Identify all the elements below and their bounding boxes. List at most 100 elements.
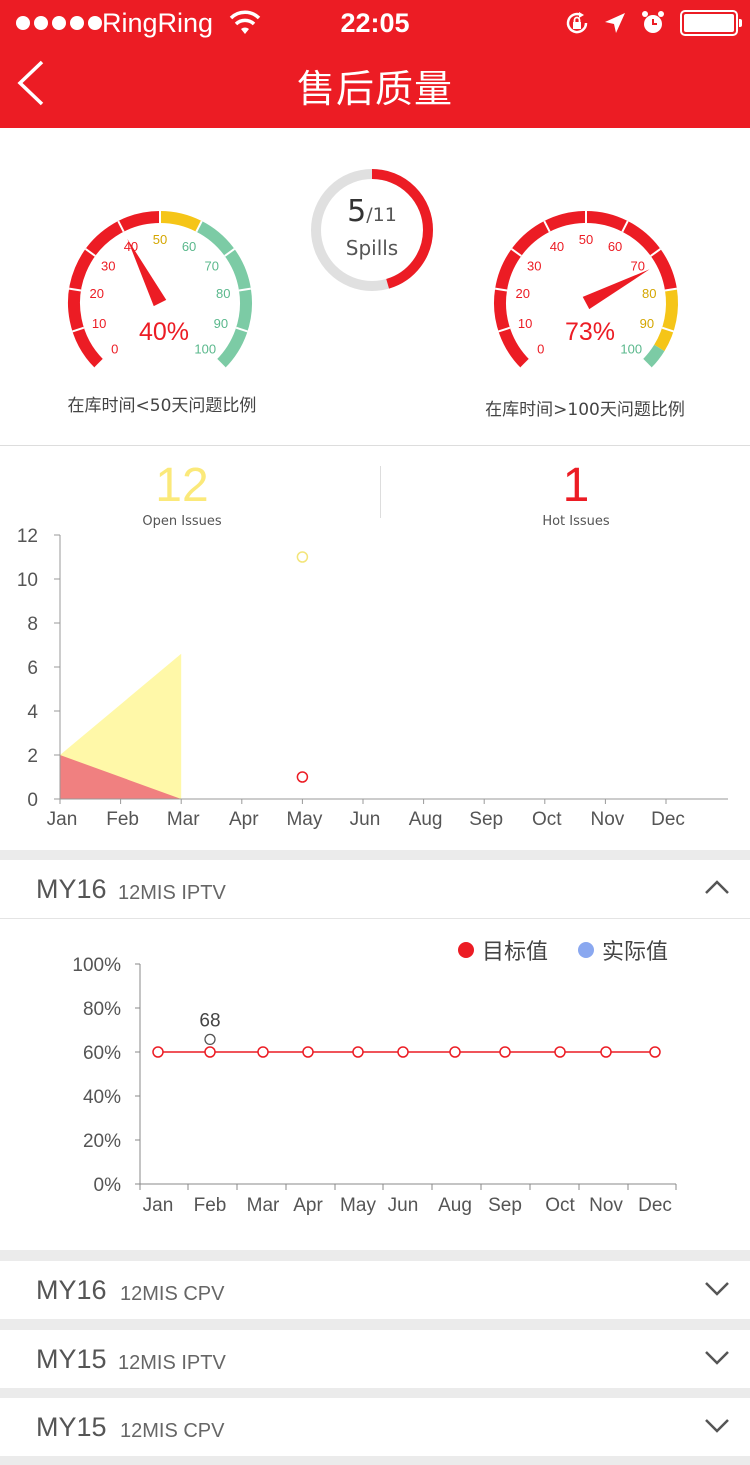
- issues-panel: 12 Open Issues 1 Hot Issues 0 2 4 6 8 10 12 Jan…: [0, 446, 750, 850]
- y-tick-label: 0: [27, 790, 38, 811]
- spills-count: 5/11: [347, 194, 397, 229]
- x-tick-label: Jun: [388, 1195, 419, 1216]
- section-my15-cpv: MY15 12MIS CPV: [0, 1398, 750, 1456]
- gauge-needle: [127, 238, 167, 307]
- gauge-tick-label: 10: [518, 316, 532, 331]
- x-tick-label: Sep: [488, 1195, 522, 1216]
- section-my15-iptv: MY15 12MIS IPTV: [0, 1330, 750, 1388]
- gauge-tick-label: 0: [111, 341, 118, 356]
- target-point: [302, 1046, 314, 1058]
- x-tick-label: Aug: [438, 1195, 472, 1216]
- y-tick-label: 12: [17, 526, 38, 547]
- gauge-tick-label: 90: [214, 316, 228, 331]
- y-tick-label: 2: [27, 746, 38, 767]
- gauge-tick-label: 40: [550, 239, 564, 254]
- gauge-tick-label: 90: [640, 316, 654, 331]
- section-header[interactable]: MY15 12MIS IPTV: [0, 1330, 750, 1389]
- y-tick-label: 100%: [72, 955, 121, 976]
- x-tick-label: Jan: [47, 809, 78, 830]
- point-open-issues-may: [296, 551, 309, 563]
- gauge-tick-label: 50: [153, 232, 167, 247]
- actual-point: [204, 1033, 216, 1046]
- gauge-tick-label: 70: [205, 258, 219, 273]
- chevron-down-icon[interactable]: [704, 1348, 730, 1366]
- spills-ring: [311, 169, 433, 291]
- section-subtitle: 12MIS IPTV: [118, 1352, 226, 1374]
- gauge-band: [159, 211, 202, 232]
- rotation-lock-icon: [566, 12, 588, 34]
- y-tick-label: 60%: [83, 1043, 121, 1064]
- target-point: [352, 1046, 364, 1058]
- section-header[interactable]: MY16 12MIS CPV: [0, 1261, 750, 1320]
- x-tick-label: Mar: [247, 1195, 280, 1216]
- gauge-tick-label: 30: [101, 258, 115, 273]
- y-tick-label: 4: [27, 702, 38, 723]
- gauge-band: [642, 344, 665, 369]
- y-tick-label: 80%: [83, 999, 121, 1020]
- x-tick-label: Feb: [194, 1195, 227, 1216]
- target-point: [257, 1046, 269, 1058]
- issues-chart: 0 2 4 6 8 10 12 Jan Feb Mar Apr May Jun Aug Sep Oct Nov D…: [17, 526, 728, 830]
- gauge-tick-label: 50: [579, 232, 593, 247]
- gauge-right-caption: 在库时间>100天问题比例: [485, 400, 685, 420]
- x-tick-label: Nov: [589, 1195, 623, 1216]
- y-tick-label: 20%: [83, 1131, 121, 1152]
- section-model: MY16: [36, 1275, 107, 1305]
- target-line-chart: 0% 20% 40% 60% 80% 100% Jan Feb Mar Apr May Jun Aug S…: [72, 955, 677, 1216]
- section-subtitle: 12MIS CPV: [120, 1283, 225, 1305]
- x-tick-label: May: [286, 809, 322, 830]
- gauge-tick-label: 60: [182, 239, 196, 254]
- location-icon: [605, 13, 625, 33]
- target-point: [554, 1046, 566, 1058]
- gauge-left: 010203040506070809010040%: [68, 211, 252, 369]
- x-tick-label: Apr: [229, 809, 259, 830]
- gauge-left-caption: 在库时间<50天问题比例: [67, 396, 257, 416]
- y-tick-label: 40%: [83, 1087, 121, 1108]
- gauge-panel: 0 10 20 30 40 50 60 70 80 90 100 40% 在库时间<50天问题比例 5…: [0, 128, 750, 446]
- x-tick-label: Oct: [545, 1195, 575, 1216]
- alarm-icon: [642, 11, 664, 33]
- point-hot-issues-may: [296, 771, 309, 783]
- y-tick-label: 8: [27, 614, 38, 635]
- page-title: 售后质量: [296, 67, 453, 111]
- target-point: [152, 1046, 164, 1058]
- x-tick-label: Jun: [350, 809, 381, 830]
- x-tick-label: Nov: [591, 809, 625, 830]
- target-point: [600, 1046, 612, 1058]
- gauge-value: 40%: [139, 318, 189, 346]
- target-point: [649, 1046, 661, 1058]
- y-tick-label: 6: [27, 658, 38, 679]
- status-bar: RingRing 22:05: [0, 0, 750, 48]
- section-header[interactable]: MY15 12MIS CPV: [0, 1398, 750, 1457]
- x-tick-label: Oct: [532, 809, 562, 830]
- x-tick-label: Sep: [469, 809, 503, 830]
- section-model: MY15: [36, 1344, 107, 1374]
- actual-data-label: 68: [199, 1010, 220, 1031]
- chevron-down-icon[interactable]: [704, 1416, 730, 1434]
- gauge-tick-label: 0: [537, 341, 544, 356]
- x-tick-label: May: [340, 1195, 376, 1216]
- gauge-tick-label: 60: [608, 239, 622, 254]
- gauge-tick-label: 80: [642, 286, 656, 301]
- gauge-tick-label: 70: [631, 258, 645, 273]
- spills-label: Spills: [345, 236, 399, 260]
- gauge-tick-label: 30: [527, 258, 541, 273]
- x-tick-label: Jan: [143, 1195, 174, 1216]
- x-tick-label: Mar: [167, 809, 200, 830]
- gauge-tick-label: 100: [194, 341, 216, 356]
- x-tick-label: Aug: [409, 809, 443, 830]
- target-point: [449, 1046, 461, 1058]
- x-tick-label: Dec: [638, 1195, 672, 1216]
- target-point: [204, 1046, 216, 1058]
- gauge-tick-label: 20: [90, 286, 104, 301]
- section-my16-cpv: MY16 12MIS CPV: [0, 1261, 750, 1319]
- gauge-needle: [582, 269, 650, 310]
- y-tick-label: 10: [17, 570, 38, 591]
- y-tick-label: 0%: [94, 1175, 122, 1196]
- gauge-tick-label: 100: [620, 341, 642, 356]
- chevron-down-icon[interactable]: [704, 1279, 730, 1297]
- target-point: [397, 1046, 409, 1058]
- x-tick-label: Apr: [293, 1195, 323, 1216]
- section-my16-iptv: MY16 12MIS IPTV 目标值 实际值 0% 20% 40% 60% 80% 10…: [0, 860, 750, 1250]
- section-subtitle: 12MIS CPV: [120, 1420, 225, 1442]
